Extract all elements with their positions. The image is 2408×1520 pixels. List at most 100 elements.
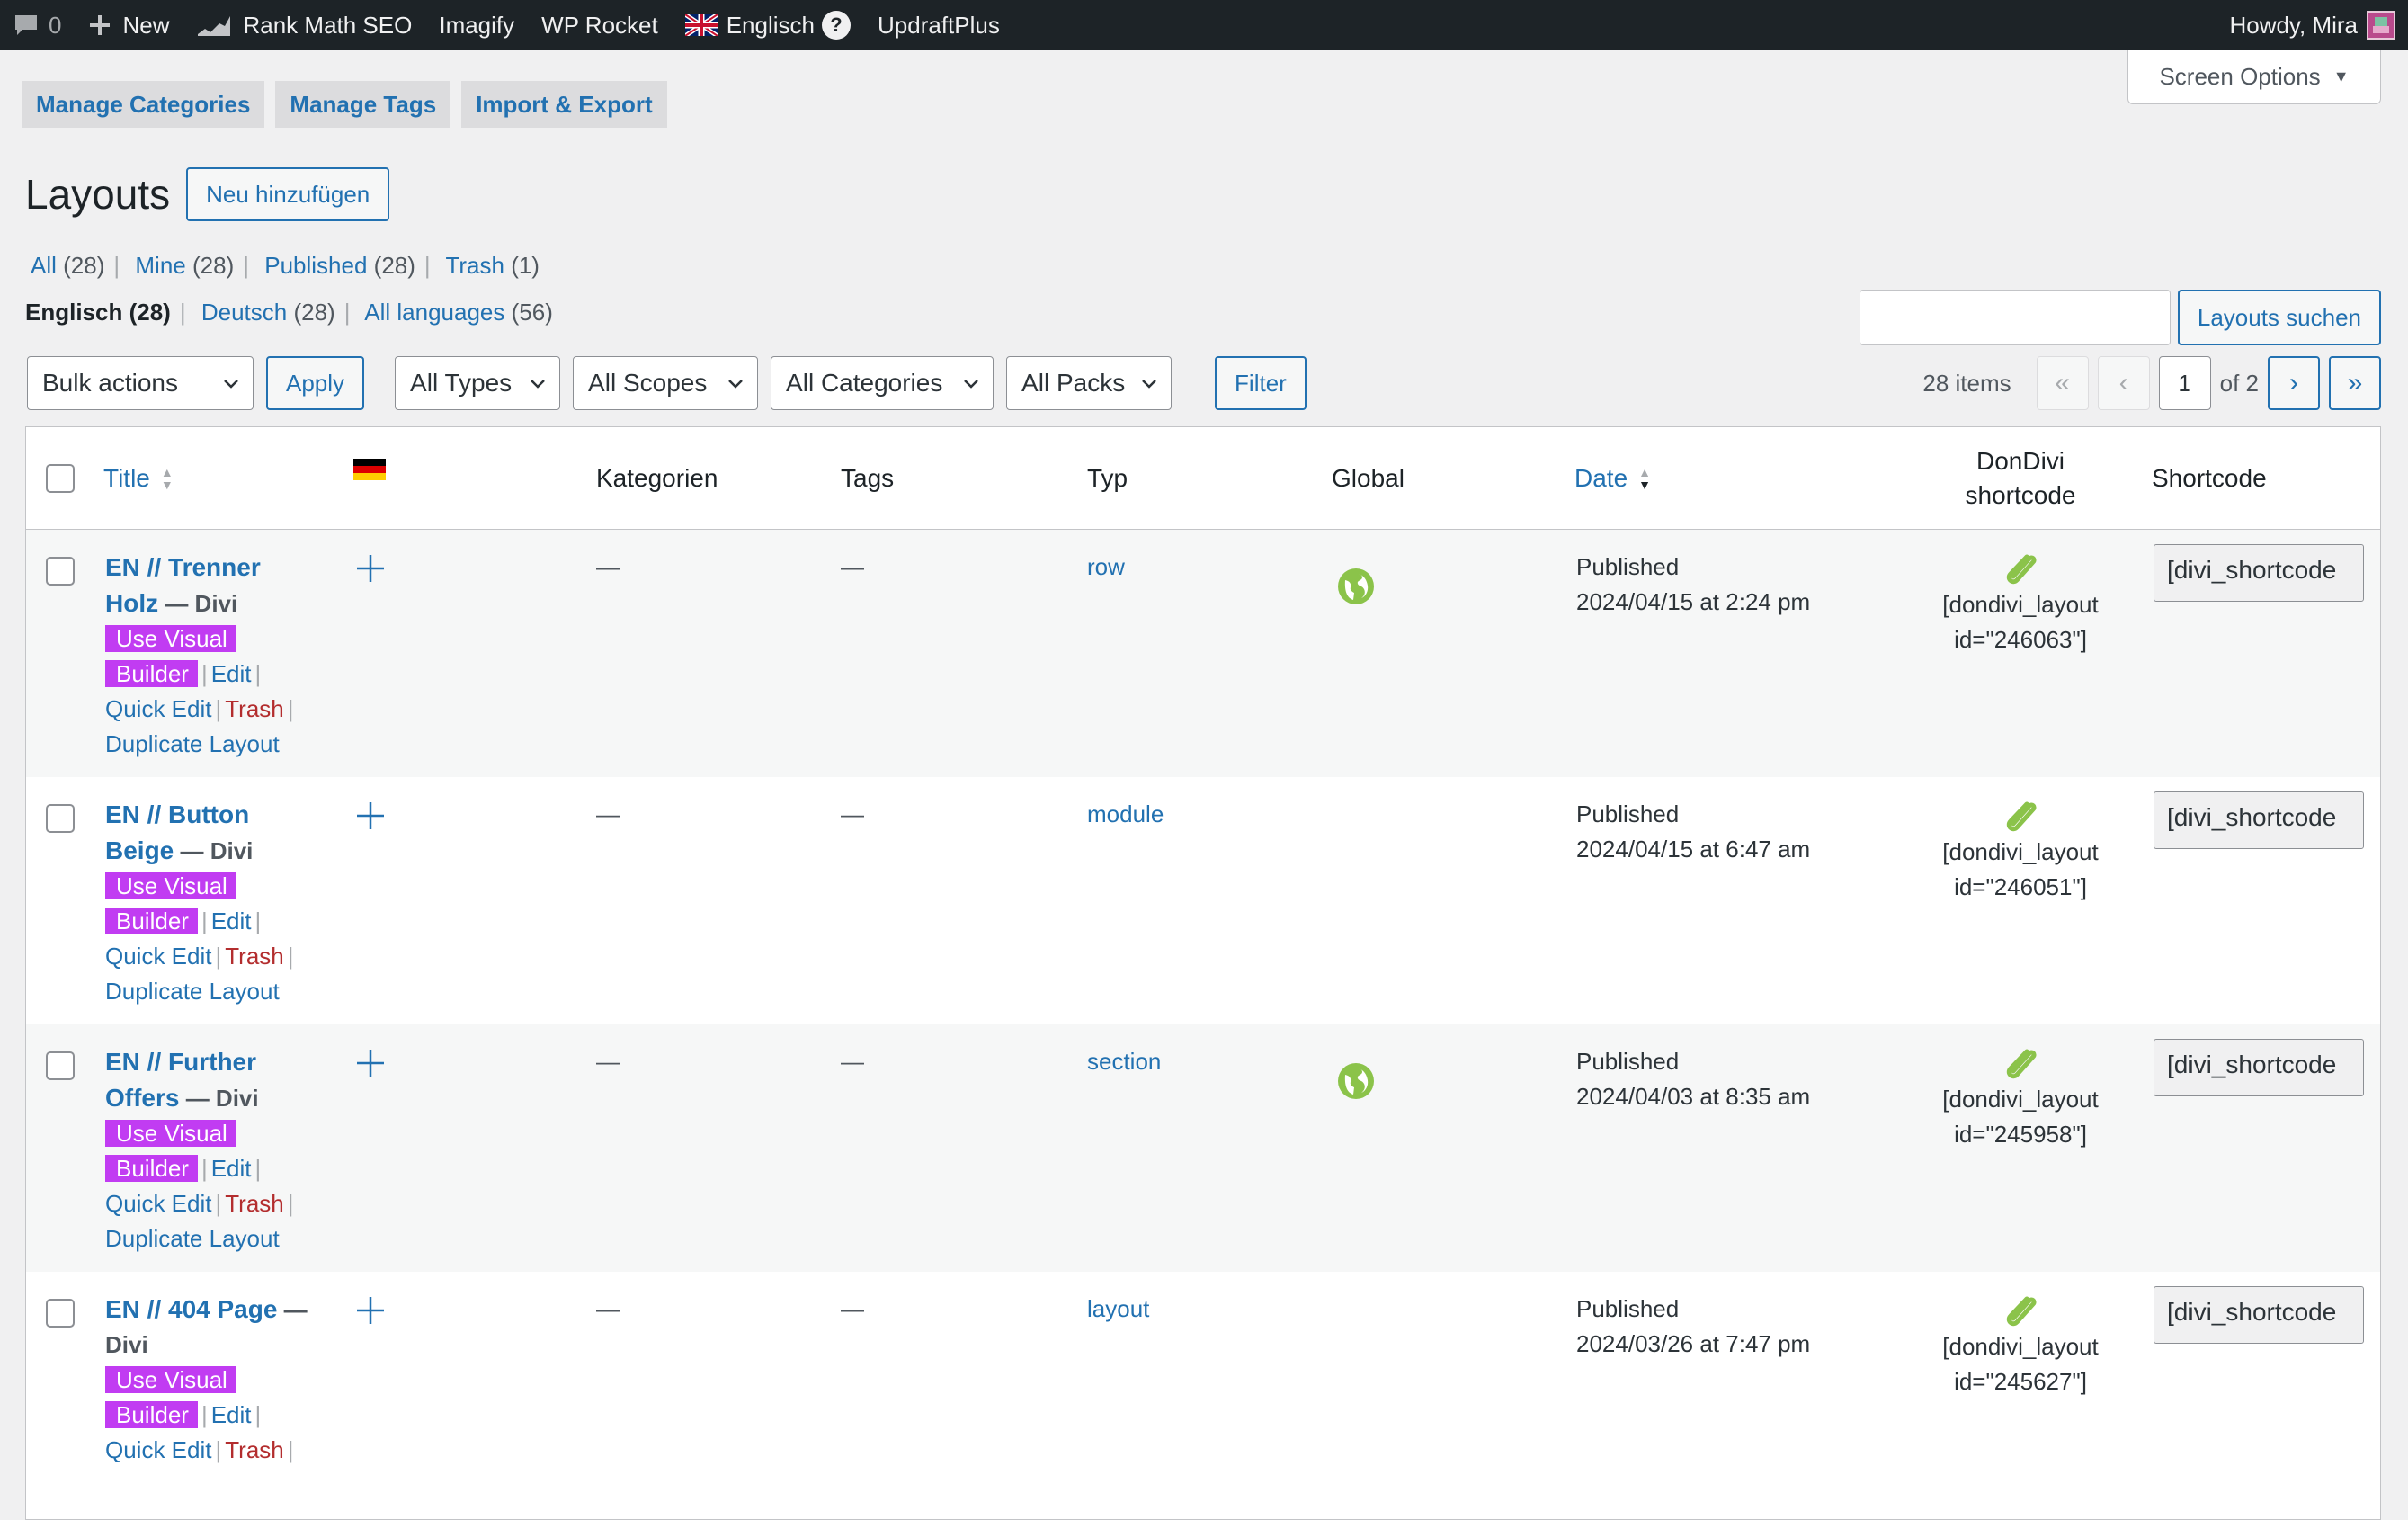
use-visual-builder-link-cont[interactable]: Builder — [105, 1155, 198, 1182]
layout-title-link[interactable]: EN // Further — [105, 1048, 256, 1076]
use-visual-builder-link[interactable]: Use Visual — [105, 625, 236, 652]
updraftplus-menu[interactable]: UpdraftPlus — [878, 0, 1000, 50]
use-visual-builder-link-cont[interactable]: Builder — [105, 660, 198, 687]
tags-cell: — — [841, 800, 864, 827]
packs-value: All Packs — [1021, 369, 1126, 397]
screen-options-button[interactable]: Screen Options ▼ — [2127, 50, 2381, 104]
row-checkbox[interactable] — [46, 1051, 75, 1080]
apply-button[interactable]: Apply — [266, 356, 365, 410]
imagify-menu[interactable]: Imagify — [439, 0, 514, 50]
add-translation-icon[interactable] — [355, 1295, 386, 1326]
row-checkbox[interactable] — [46, 1299, 75, 1328]
duplicate-layout-link[interactable]: Duplicate Layout — [105, 730, 280, 757]
search-button[interactable]: Layouts suchen — [2177, 290, 2381, 345]
add-new-button[interactable]: Neu hinzufügen — [186, 167, 390, 221]
layout-title-link-cont[interactable]: Offers — [105, 1084, 179, 1112]
quick-edit-link[interactable]: Quick Edit — [105, 943, 212, 970]
date-column-header[interactable]: Date ▲ ▼ — [1574, 427, 1651, 530]
shortcode-field[interactable]: [divi_shortcode — [2154, 791, 2364, 849]
types-select[interactable]: All Types — [395, 356, 561, 410]
layout-title-link[interactable]: EN // Trenner — [105, 553, 261, 581]
shortcode-field[interactable]: [divi_shortcode — [2154, 1286, 2364, 1344]
use-visual-builder-link[interactable]: Use Visual — [105, 1366, 236, 1393]
dondivi-header-line1: DonDivi — [1975, 447, 2065, 475]
manage-categories-button[interactable]: Manage Categories — [22, 81, 265, 128]
trash-link[interactable]: Trash — [225, 695, 284, 722]
title-column-header[interactable]: Title ▲ ▼ — [103, 427, 174, 530]
typ-link[interactable]: section — [1087, 1044, 1161, 1079]
view-trash-link[interactable]: Trash — [445, 252, 504, 279]
select-all-checkbox[interactable] — [46, 464, 75, 493]
lang-all-link[interactable]: All languages — [364, 299, 504, 326]
scopes-select[interactable]: All Scopes — [573, 356, 759, 410]
paperclip-icon[interactable] — [2002, 1044, 2038, 1080]
title-cell: EN // Further Offers — Divi Use Visual B… — [105, 1048, 294, 1252]
comments-menu[interactable]: 0 — [13, 0, 61, 50]
help-icon[interactable]: ? — [822, 11, 851, 40]
manage-tags-button[interactable]: Manage Tags — [275, 81, 451, 128]
use-visual-builder-link-cont[interactable]: Builder — [105, 1401, 198, 1428]
caret-down-icon: ▼ — [2332, 67, 2350, 85]
quick-edit-link[interactable]: Quick Edit — [105, 1190, 212, 1217]
duplicate-layout-link[interactable]: Duplicate Layout — [105, 1225, 280, 1252]
edit-link[interactable]: Edit — [211, 1155, 252, 1182]
last-page-button[interactable]: » — [2329, 356, 2381, 410]
new-content-menu[interactable]: New — [88, 0, 169, 50]
view-mine-count: (28) — [192, 252, 235, 279]
quick-edit-link[interactable]: Quick Edit — [105, 1436, 212, 1463]
add-translation-icon[interactable] — [355, 800, 386, 831]
layout-title-link-cont[interactable]: Beige — [105, 836, 174, 864]
wp-rocket-menu[interactable]: WP Rocket — [541, 0, 658, 50]
use-visual-builder-link[interactable]: Use Visual — [105, 872, 236, 899]
typ-link[interactable]: layout — [1087, 1292, 1149, 1327]
row-checkbox[interactable] — [46, 804, 75, 833]
next-page-button[interactable]: › — [2268, 356, 2320, 410]
add-translation-icon[interactable] — [355, 1048, 386, 1078]
screen-options-label: Screen Options — [2159, 63, 2321, 90]
paperclip-icon[interactable] — [2002, 550, 2038, 586]
edit-link[interactable]: Edit — [211, 1401, 252, 1428]
paperclip-icon[interactable] — [2002, 797, 2038, 833]
shortcode-field[interactable]: [divi_shortcode — [2154, 1039, 2364, 1096]
layout-title-link-cont[interactable]: Holz — [105, 589, 158, 617]
trash-link[interactable]: Trash — [225, 1190, 284, 1217]
edit-link[interactable]: Edit — [211, 908, 252, 934]
german-flag-icon — [353, 459, 386, 480]
add-translation-icon[interactable] — [355, 553, 386, 584]
view-mine-link[interactable]: Mine — [135, 252, 185, 279]
kategorien-cell: — — [596, 800, 620, 827]
import-export-button[interactable]: Import & Export — [461, 81, 667, 128]
search-input[interactable] — [1859, 290, 2171, 345]
packs-select[interactable]: All Packs — [1006, 356, 1173, 410]
paperclip-icon[interactable] — [2002, 1292, 2038, 1328]
quick-edit-link[interactable]: Quick Edit — [105, 695, 212, 722]
use-visual-builder-link[interactable]: Use Visual — [105, 1120, 236, 1147]
kategorien-cell: — — [596, 1048, 620, 1075]
view-all-link[interactable]: All — [31, 252, 57, 279]
current-page-input[interactable]: 1 — [2158, 356, 2211, 410]
date-status: Published — [1576, 1295, 1680, 1322]
lang-german-link[interactable]: Deutsch — [201, 299, 287, 326]
items-count: 28 items — [1922, 369, 2011, 397]
categories-select[interactable]: All Categories — [771, 356, 994, 410]
language-menu[interactable]: Englisch ? — [684, 0, 851, 50]
layout-title-link[interactable]: EN // 404 Page — [105, 1295, 277, 1323]
types-value: All Types — [410, 369, 513, 397]
row-checkbox[interactable] — [46, 557, 75, 586]
account-menu[interactable]: Howdy, Mira — [2229, 0, 2395, 50]
bulk-actions-select[interactable]: Bulk actions — [27, 356, 254, 410]
use-visual-builder-link-cont[interactable]: Builder — [105, 908, 198, 934]
edit-link[interactable]: Edit — [211, 660, 252, 687]
typ-link[interactable]: row — [1087, 550, 1125, 585]
shortcode-field[interactable]: [divi_shortcode — [2154, 544, 2364, 602]
duplicate-layout-link[interactable]: Duplicate Layout — [105, 978, 280, 1005]
date-cell: Published 2024/03/26 at 7:47 pm — [1576, 1292, 1810, 1362]
layout-title-link[interactable]: EN // Button — [105, 800, 249, 828]
trash-link[interactable]: Trash — [225, 943, 284, 970]
trash-link[interactable]: Trash — [225, 1436, 284, 1463]
filter-button[interactable]: Filter — [1215, 356, 1307, 410]
typ-link[interactable]: module — [1087, 797, 1164, 832]
view-published-link[interactable]: Published — [264, 252, 367, 279]
rank-math-menu[interactable]: Rank Math SEO — [196, 0, 412, 50]
dondivi-shortcode-line1: [dondivi_layout — [1942, 1333, 2099, 1360]
